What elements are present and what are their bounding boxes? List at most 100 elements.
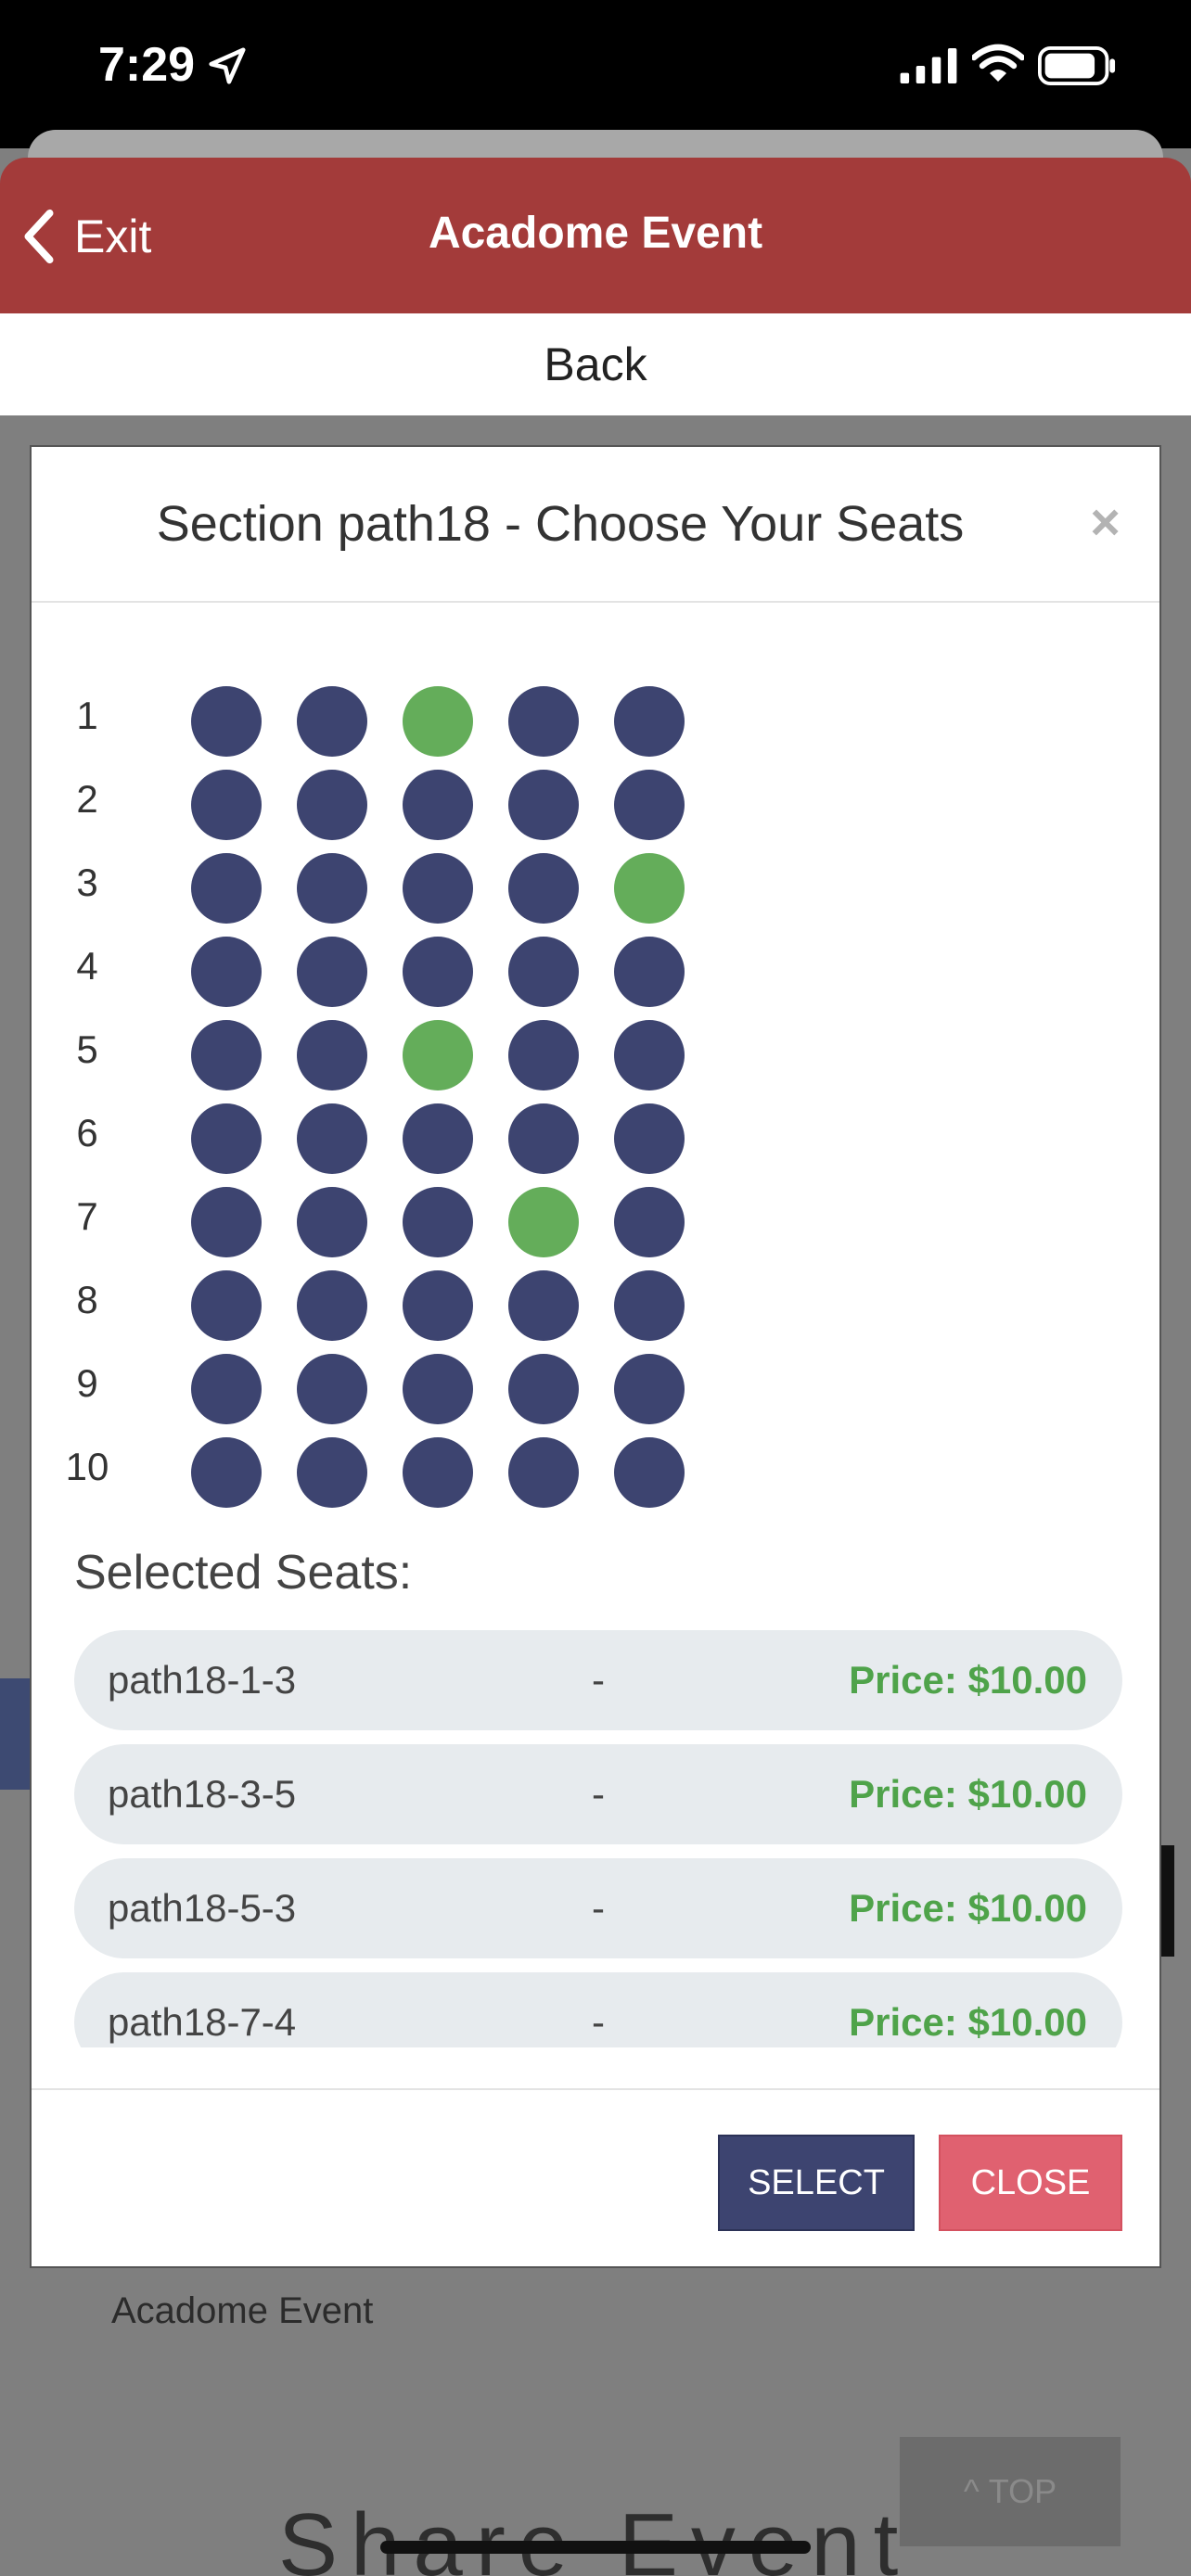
seat-row: 7 xyxy=(32,1187,736,1270)
background-element xyxy=(0,1678,30,1790)
seat-available[interactable] xyxy=(297,937,367,1007)
seat-available[interactable] xyxy=(614,1187,685,1257)
seat-price: Price: $10.00 xyxy=(849,2000,1087,2044)
top-label: TOP xyxy=(988,2472,1057,2510)
seat-row: 2 xyxy=(32,770,736,853)
seat-available[interactable] xyxy=(614,1020,685,1090)
seat-grid: 1 2 3 4 5 6 7 8 9 10 xyxy=(32,686,736,1521)
seat-available[interactable] xyxy=(508,853,579,924)
seat-selected[interactable] xyxy=(403,1020,473,1090)
nav-title: Acadome Event xyxy=(428,209,763,258)
seat-available[interactable] xyxy=(191,1187,262,1257)
seat-available[interactable] xyxy=(614,1354,685,1424)
modal-header: Section path18 - Choose Your Seats × xyxy=(32,447,1159,603)
seat-available[interactable] xyxy=(403,1354,473,1424)
seat-available[interactable] xyxy=(191,937,262,1007)
seat-available[interactable] xyxy=(508,1103,579,1174)
modal-title: Section path18 - Choose Your Seats xyxy=(156,496,965,552)
status-time: 7:29 xyxy=(98,38,196,92)
row-label: 1 xyxy=(76,694,98,737)
seat-available[interactable] xyxy=(191,1354,262,1424)
seat-available[interactable] xyxy=(297,1437,367,1508)
seat-price: Price: $10.00 xyxy=(849,1658,1087,1702)
seat-available[interactable] xyxy=(297,1270,367,1341)
seat-available[interactable] xyxy=(508,770,579,840)
seat-row: 1 xyxy=(32,686,736,770)
seat-available[interactable] xyxy=(614,937,685,1007)
seat-available[interactable] xyxy=(297,686,367,757)
seat-available[interactable] xyxy=(403,1187,473,1257)
scroll-top-button[interactable]: ^ TOP xyxy=(900,2437,1121,2546)
seat-row: 6 xyxy=(32,1103,736,1187)
seat-available[interactable] xyxy=(297,1187,367,1257)
background-event-name: Acadome Event xyxy=(111,2290,374,2331)
seat-available[interactable] xyxy=(614,1437,685,1508)
seat-row: 5 xyxy=(32,1020,736,1103)
seat-selected[interactable] xyxy=(403,686,473,757)
seat-available[interactable] xyxy=(508,1270,579,1341)
row-label: 5 xyxy=(76,1027,98,1071)
seat-available[interactable] xyxy=(614,1270,685,1341)
chevron-up-icon: ^ xyxy=(963,2472,980,2510)
seat-available[interactable] xyxy=(191,1270,262,1341)
seat-available[interactable] xyxy=(403,770,473,840)
selected-seat-item: path18-5-3- Price: $10.00 xyxy=(74,1858,1122,1958)
background-element xyxy=(1161,1845,1174,1957)
seat-available[interactable] xyxy=(508,686,579,757)
seat-available[interactable] xyxy=(191,1437,262,1508)
row-label: 3 xyxy=(76,861,98,904)
seat-available[interactable] xyxy=(614,770,685,840)
seat-row: 10 xyxy=(32,1437,736,1521)
seat-available[interactable] xyxy=(191,853,262,924)
cellular-signal-icon xyxy=(900,48,957,83)
seat-selected[interactable] xyxy=(614,853,685,924)
seat-available[interactable] xyxy=(297,853,367,924)
seat-available[interactable] xyxy=(297,1020,367,1090)
seat-available[interactable] xyxy=(191,1103,262,1174)
close-button[interactable]: CLOSE xyxy=(939,2135,1122,2231)
row-label: 10 xyxy=(65,1445,109,1488)
location-arrow-icon xyxy=(209,47,246,84)
seat-row: 9 xyxy=(32,1354,736,1437)
seat-available[interactable] xyxy=(403,1103,473,1174)
seat-available[interactable] xyxy=(508,937,579,1007)
seat-row: 3 xyxy=(32,853,736,937)
seat-available[interactable] xyxy=(508,1020,579,1090)
seat-row: 8 xyxy=(32,1270,736,1354)
battery-icon xyxy=(1038,46,1116,85)
back-button[interactable]: Back xyxy=(0,313,1191,415)
selected-seats-list: path18-1-3- Price: $10.00 path18-3-5- Price… xyxy=(74,1630,1122,2047)
row-label: 9 xyxy=(76,1361,98,1405)
seat-available[interactable] xyxy=(614,1103,685,1174)
seat-selected[interactable] xyxy=(508,1187,579,1257)
modal-close-icon[interactable]: × xyxy=(1090,491,1121,552)
status-bar: 7:29 xyxy=(0,0,1191,148)
seat-available[interactable] xyxy=(191,686,262,757)
row-label: 2 xyxy=(76,777,98,821)
selected-seat-item: path18-3-5- Price: $10.00 xyxy=(74,1744,1122,1844)
selected-seats-heading: Selected Seats: xyxy=(74,1546,413,1600)
seat-price: Price: $10.00 xyxy=(849,1772,1087,1816)
seat-available[interactable] xyxy=(508,1437,579,1508)
seat-available[interactable] xyxy=(297,770,367,840)
select-button[interactable]: SELECT xyxy=(718,2135,915,2231)
seat-available[interactable] xyxy=(403,1270,473,1341)
seat-available[interactable] xyxy=(508,1354,579,1424)
seat-available[interactable] xyxy=(614,686,685,757)
seat-available[interactable] xyxy=(403,1437,473,1508)
seat-price: Price: $10.00 xyxy=(849,1886,1087,1930)
seat-available[interactable] xyxy=(297,1354,367,1424)
wifi-icon xyxy=(972,44,1024,82)
seat-available[interactable] xyxy=(191,770,262,840)
home-indicator xyxy=(380,2541,811,2554)
row-label: 8 xyxy=(76,1278,98,1321)
row-label: 4 xyxy=(76,944,98,988)
seat-available[interactable] xyxy=(297,1103,367,1174)
row-label: 6 xyxy=(76,1111,98,1154)
row-label: 7 xyxy=(76,1194,98,1238)
seat-row: 4 xyxy=(32,937,736,1020)
seat-available[interactable] xyxy=(403,853,473,924)
seat-selection-modal: Section path18 - Choose Your Seats × 1 2 3… xyxy=(30,445,1161,2268)
seat-available[interactable] xyxy=(403,937,473,1007)
seat-available[interactable] xyxy=(191,1020,262,1090)
